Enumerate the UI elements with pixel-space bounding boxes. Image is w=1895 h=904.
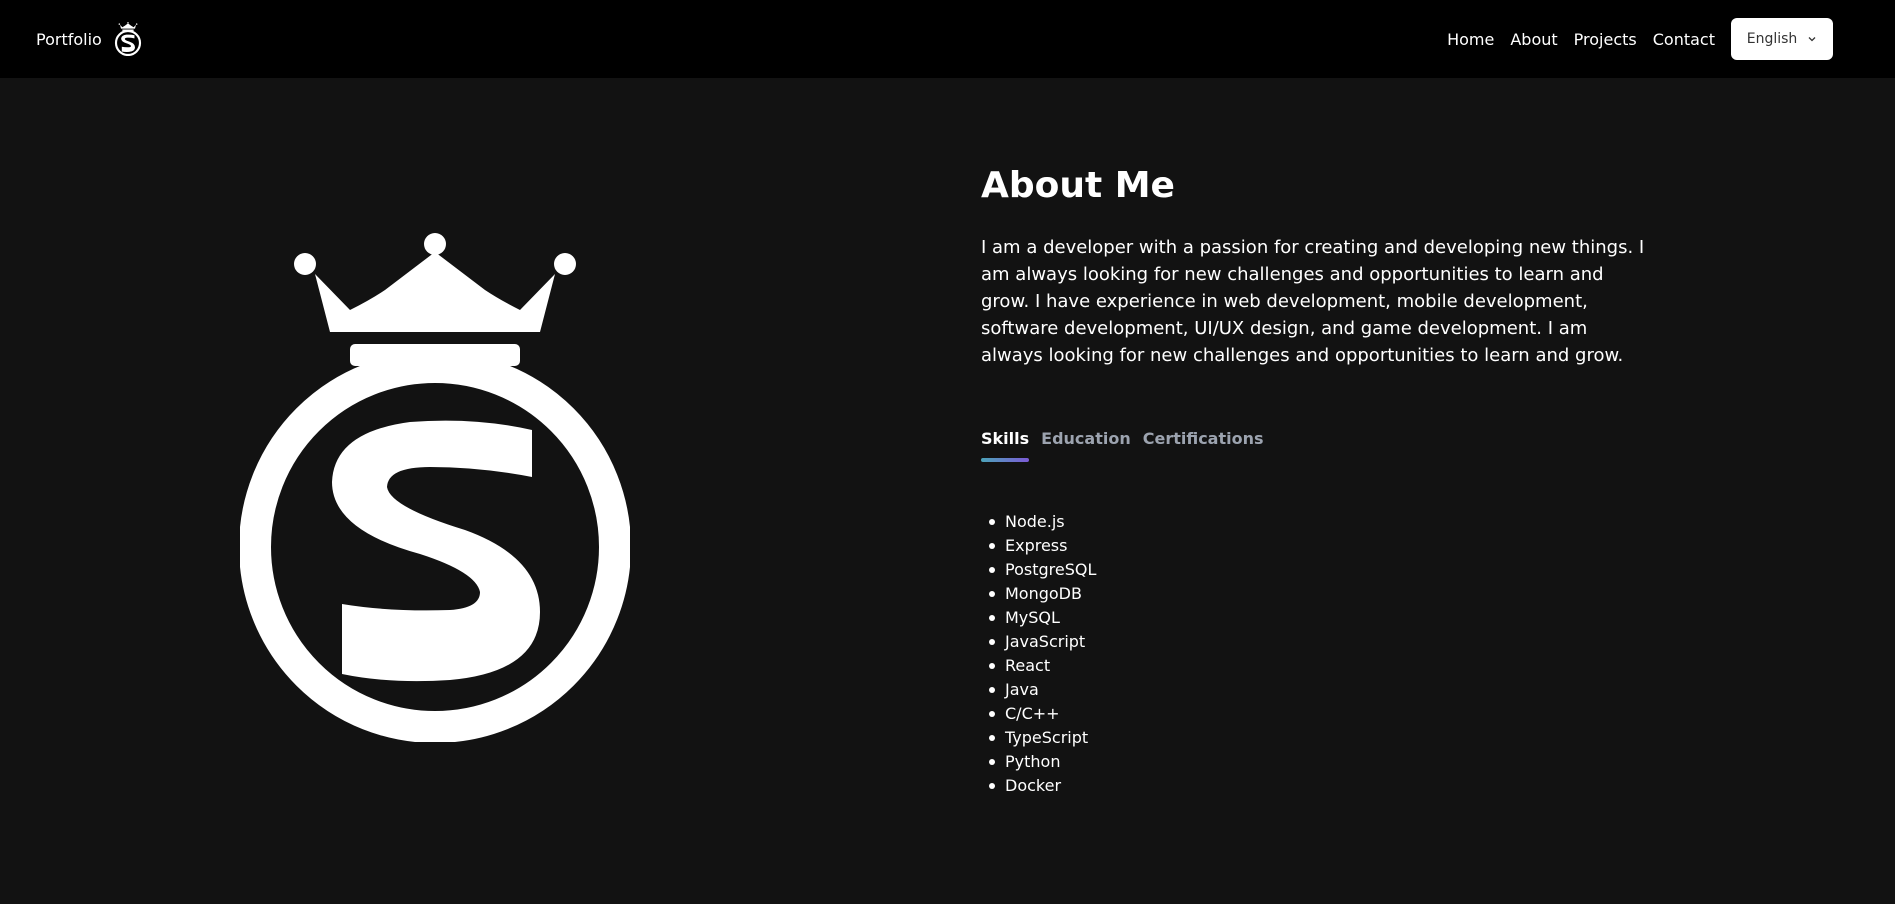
skill-label: MongoDB [1005,584,1082,603]
bullet [989,711,995,717]
nav-link-about[interactable]: About [1510,30,1557,49]
list-item: React [989,654,1661,678]
brand[interactable]: Portfolio [36,22,142,56]
skill-label: React [1005,656,1051,675]
crown-s-logo-icon [240,233,630,742]
list-item: Docker [989,774,1661,798]
bullet [989,639,995,645]
brand-name[interactable]: Portfolio [36,30,102,49]
skill-label: Express [1005,536,1068,555]
skill-label: C/C++ [1005,704,1060,723]
tab-certifications[interactable]: Certifications [1143,429,1264,462]
nav-link-contact[interactable]: Contact [1653,30,1715,49]
tab-skills[interactable]: Skills [981,429,1030,462]
list-item: Express [989,534,1661,558]
nav-link-home[interactable]: Home [1447,30,1494,49]
bullet [989,783,995,789]
skill-label: PostgreSQL [1005,560,1097,579]
skill-label: JavaScript [1005,632,1086,651]
list-item: Python [989,750,1661,774]
bullet [989,687,995,693]
bullet [989,543,995,549]
nav-links: Home About Projects Contact [1447,30,1715,49]
skill-label: Node.js [1005,512,1065,531]
skill-label: TypeScript [1005,728,1089,747]
about-tabs: Skills Education Certifications [981,429,1661,462]
nav-link-projects[interactable]: Projects [1574,30,1637,49]
bullet [989,591,995,597]
crown-s-logo-icon[interactable] [114,22,142,56]
bullet [989,519,995,525]
navbar: Portfolio Home About Projects Contact En… [0,0,1895,78]
list-item: TypeScript [989,726,1661,750]
skill-label: MySQL [1005,608,1060,627]
list-item: JavaScript [989,630,1661,654]
skill-label: Docker [1005,776,1062,795]
list-item: MySQL [989,606,1661,630]
skills-list: Node.js Express PostgreSQL MongoDB MySQL… [981,510,1661,798]
about-paragraph: I am a developer with a passion for crea… [981,237,1645,366]
language-select[interactable]: English [1731,18,1833,60]
nav-right: Home About Projects Contact English [1447,18,1833,60]
bullet [989,663,995,669]
list-item: C/C++ [989,702,1661,726]
list-item: Node.js [989,510,1661,534]
chevron-down-icon [1808,37,1816,42]
bullet [989,615,995,621]
list-item: MongoDB [989,582,1661,606]
bullet [989,567,995,573]
list-item: Java [989,678,1661,702]
tab-education[interactable]: Education [1041,429,1131,462]
about-section: About Me I am a developer with a passion… [981,162,1661,798]
list-item: PostgreSQL [989,558,1661,582]
language-label: English [1746,31,1798,47]
skill-label: Java [1005,680,1039,699]
skill-label: Python [1005,752,1061,771]
bullet [989,759,995,765]
bullet [989,735,995,741]
page-title: About Me [981,165,1175,206]
